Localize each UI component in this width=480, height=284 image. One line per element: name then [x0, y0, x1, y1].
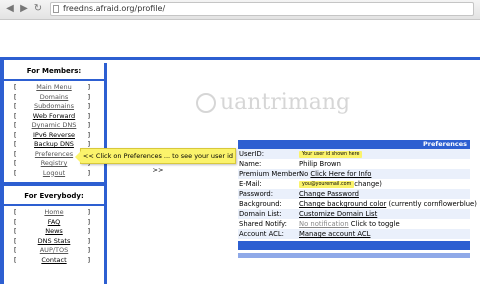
watermark: uantrimang: [196, 88, 366, 118]
watermark-logo-icon: [196, 93, 216, 113]
preference-row: Background: Change background color (curr…: [238, 199, 477, 209]
value-suffix: (currently cornflowerblue): [386, 200, 477, 208]
preference-link[interactable]: Change Password: [299, 190, 359, 198]
everybody-heading: For Everybody:: [24, 192, 84, 200]
preference-link[interactable]: Customize Domain List: [299, 210, 377, 218]
watermark-text: uantrimang: [220, 90, 351, 115]
bracket-right: ]: [87, 130, 90, 139]
bracket-right: ]: [87, 246, 90, 254]
preference-label: UserID:: [239, 150, 265, 158]
sidebar-item: [Web Forward]: [4, 112, 104, 122]
preference-label: E-Mail:: [239, 180, 262, 188]
back-icon[interactable]: ◀: [4, 2, 16, 16]
preference-row: UserID: Your user id shown here: [238, 149, 470, 159]
preference-value: Philip Brown: [299, 159, 341, 169]
bracket-right: ]: [87, 102, 90, 110]
preference-value: Change Password: [299, 189, 359, 199]
preferences-header: Preferences: [238, 140, 470, 149]
members-heading: For Members:: [26, 67, 82, 75]
sidebar-item: [FAQ]: [4, 218, 104, 228]
bracket-right: ]: [87, 111, 90, 120]
toggle-link[interactable]: No notification: [299, 220, 349, 228]
members-divider: [4, 79, 104, 81]
bracket-right: ]: [87, 217, 90, 226]
highlighted-value: you@youremail.com: [299, 180, 355, 188]
sidebar-item: [Subdomains]: [4, 102, 104, 112]
preference-value: Customize Domain List: [299, 209, 377, 219]
page-icon: [53, 5, 59, 13]
address-bar-url: freedns.afraid.org/profile/: [63, 4, 166, 13]
preference-value: Change background color (currently cornf…: [299, 199, 477, 209]
preference-label: Premium Member:: [239, 170, 302, 178]
bracket-right: ]: [87, 208, 90, 216]
bracket-right: ]: [87, 83, 90, 91]
bracket-right: ]: [87, 236, 90, 245]
preference-row: E-Mail: you@youremail.com change): [238, 179, 470, 189]
preference-value: Your user id shown here: [299, 149, 363, 159]
sidebar-item: [Main Menu]: [4, 83, 104, 93]
preference-label: Password:: [239, 190, 274, 198]
preference-row: Domain List: Customize Domain List: [238, 209, 470, 219]
bracket-right: ]: [87, 168, 90, 177]
preference-label: Account ACL:: [239, 230, 284, 238]
sidebar-item: [News]: [4, 227, 104, 237]
preference-value: you@youremail.com change): [299, 179, 382, 189]
preference-link[interactable]: Click Here for Info: [310, 170, 371, 178]
bracket-right: ]: [87, 255, 90, 264]
preference-label: Domain List:: [239, 210, 282, 218]
preference-row: Name: Philip Brown: [238, 159, 470, 169]
preferences-footer-strip: [238, 253, 470, 258]
sidebar-item: [Logout]: [4, 169, 104, 179]
sidebar-item: [Contact]: [4, 256, 104, 266]
sidebar-item: [Domains]: [4, 93, 104, 103]
browser-toolbar: ◀ ▶ ↻ freedns.afraid.org/profile/: [0, 0, 480, 20]
preference-link[interactable]: Change background color: [299, 200, 386, 208]
sidebar-item: [Dynamic DNS]: [4, 121, 104, 131]
reload-icon[interactable]: ↻: [32, 2, 44, 16]
preference-row: Shared Notify: No notification Click to t…: [238, 219, 470, 229]
value-text: Philip Brown: [299, 160, 341, 168]
value-suffix: Click to toggle: [348, 220, 400, 228]
forward-icon[interactable]: ▶: [18, 2, 30, 16]
bracket-right: ]: [87, 227, 90, 235]
sidebar-item: [IPv6 Reverse]: [4, 131, 104, 141]
page-header-area: [0, 20, 480, 60]
bracket-right: ]: [87, 92, 90, 101]
sidebar-item: [DNS Stats]: [4, 237, 104, 247]
preference-value: Manage account ACL: [299, 229, 370, 239]
everybody-divider: [4, 204, 104, 206]
preference-label: Name:: [239, 160, 262, 168]
preference-row: Premium Member: No Click Here for Info: [238, 169, 470, 179]
everybody-menu: [Home][FAQ][News][DNS Stats][AUP/TOS][Co…: [4, 208, 104, 265]
value-prefix: No: [299, 170, 311, 178]
preference-value: No Click Here for Info: [299, 169, 371, 179]
sidebar: For Members: [Main Menu][Domains][Subdom…: [4, 63, 107, 284]
preferences-panel: Preferences UserID: Your user id shown he…: [238, 140, 477, 258]
preference-row: Account ACL: Manage account ACL: [238, 229, 470, 239]
preference-label: Background:: [239, 200, 282, 208]
highlighted-value: Your user id shown here: [299, 150, 363, 158]
preference-value: No notification Click to toggle: [299, 219, 400, 229]
preferences-rows: UserID: Your user id shown here Name: Phili…: [238, 149, 477, 239]
annotation-callout: << Click on Preferences ... to see your …: [75, 148, 236, 174]
preference-row: Password: Change Password: [238, 189, 470, 199]
preferences-footer-bar: [238, 241, 470, 250]
preference-link[interactable]: Manage account ACL: [299, 230, 370, 238]
bracket-right: ]: [87, 121, 90, 129]
preference-label: Shared Notify:: [239, 220, 287, 228]
address-bar[interactable]: freedns.afraid.org/profile/: [50, 2, 474, 16]
sidebar-item: [AUP/TOS]: [4, 246, 104, 256]
value-suffix: change): [354, 180, 382, 188]
sidebar-item: [Home]: [4, 208, 104, 218]
